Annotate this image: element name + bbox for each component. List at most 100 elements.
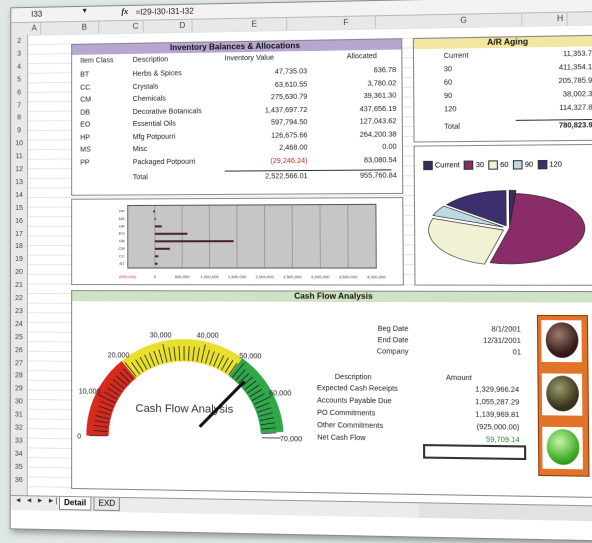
gauge-band: [97, 369, 128, 436]
row-header[interactable]: 34: [11, 450, 27, 457]
legend-label: 120: [549, 161, 562, 169]
row-header[interactable]: 11: [11, 153, 27, 160]
x-tick-label: 3,000,000: [311, 274, 330, 279]
allocated-value: 264,200.38: [359, 130, 397, 139]
row-header[interactable]: 10: [11, 140, 27, 147]
gauge-tick-label: 0: [77, 433, 81, 440]
cash-item-value[interactable]: 59,709.14: [425, 436, 520, 445]
row-header[interactable]: 18: [11, 243, 27, 250]
bar[interactable]: [154, 240, 234, 243]
bar[interactable]: [154, 262, 158, 265]
bar[interactable]: [153, 210, 155, 213]
row-header[interactable]: 2: [11, 38, 27, 45]
ar-pie-chart[interactable]: Current 30 60 90 120: [413, 143, 592, 286]
beg-date-label: Beg Date: [377, 325, 409, 334]
row-header[interactable]: 31: [11, 411, 27, 419]
horizontal-scrollbar[interactable]: [419, 502, 592, 522]
item-description: Misc: [132, 146, 148, 154]
ar-bucket-label: 90: [443, 92, 453, 101]
row-header[interactable]: 7: [11, 102, 27, 109]
row-header[interactable]: 20: [11, 269, 27, 276]
row-header[interactable]: 22: [11, 295, 27, 302]
allocated-value: 3,780.02: [367, 79, 397, 88]
bar[interactable]: [154, 217, 156, 220]
column-header[interactable]: C: [128, 20, 144, 33]
cash-item-value[interactable]: 1,139,969.81: [425, 411, 519, 419]
row-header[interactable]: 32: [11, 424, 27, 432]
item-description: Crystals: [132, 83, 159, 91]
bar[interactable]: [154, 232, 188, 235]
row-header[interactable]: 25: [11, 334, 27, 341]
tab-exd[interactable]: EXD: [93, 497, 121, 512]
row-header[interactable]: 19: [11, 256, 27, 263]
cash-flow-gauge: 0 10,000 20,000 30,000 40,000 50,000 60,000 70,…: [77, 309, 304, 464]
row-header[interactable]: 36: [11, 476, 27, 483]
row-header[interactable]: 15: [11, 205, 27, 212]
x-tick-label: 1,000,000: [200, 274, 219, 279]
header-inventory-value: Inventory Value: [224, 54, 275, 63]
end-date-value[interactable]: 12/31/2001: [430, 337, 521, 345]
row-header[interactable]: 21: [11, 282, 27, 289]
row-header[interactable]: 6: [11, 89, 27, 96]
inventory-total-value: 2,522,566.01: [265, 173, 308, 181]
row-header[interactable]: 4: [11, 63, 27, 70]
function-icon[interactable]: fx: [121, 7, 128, 16]
cash-item-label: PO Commitments: [317, 409, 376, 418]
cash-item-label: Net Cash Flow: [317, 434, 366, 443]
end-date-label: End Date: [377, 337, 409, 345]
row-header[interactable]: 26: [11, 347, 27, 354]
cash-item-value[interactable]: 1,055,287.29: [425, 398, 519, 407]
row-header[interactable]: 16: [11, 218, 27, 225]
cell-reference[interactable]: I33: [31, 10, 42, 19]
formula-text[interactable]: =I29-I30-I31-I32: [136, 7, 194, 17]
row-header[interactable]: 9: [11, 128, 27, 135]
row-header[interactable]: 28: [11, 373, 27, 380]
row-header[interactable]: 3: [11, 51, 27, 58]
row-header[interactable]: 23: [11, 308, 27, 315]
inventory-total-label: Total: [132, 174, 148, 182]
row-header[interactable]: 8: [11, 115, 27, 122]
net-cash-flow-box[interactable]: [422, 444, 527, 461]
inventory-value: 63,610.55: [274, 80, 308, 89]
tab-detail[interactable]: Detail: [59, 496, 92, 511]
ar-bucket-value: 114,327.84: [559, 104, 592, 113]
cash-item-value[interactable]: 1,329,966.24: [425, 386, 519, 394]
ar-title: A/R Aging: [413, 35, 592, 50]
tab-nav-buttons[interactable]: ◄ ◄ ► ►|: [15, 497, 59, 505]
beg-date-value[interactable]: 8/1/2001: [430, 326, 520, 333]
column-header[interactable]: A: [28, 22, 42, 35]
ar-total-value: 780,823.97: [558, 122, 592, 130]
row-header[interactable]: 29: [11, 386, 27, 393]
y-tick-label: HP: [119, 223, 125, 228]
header-description: Description: [132, 56, 169, 64]
legend-swatch: [512, 160, 523, 170]
row-header[interactable]: 5: [11, 76, 27, 83]
row-header[interactable]: 14: [11, 192, 27, 199]
row-header[interactable]: 12: [11, 166, 27, 173]
column-header[interactable]: H: [553, 12, 568, 26]
column-header[interactable]: D: [173, 19, 193, 33]
bar[interactable]: [154, 255, 159, 258]
row-header[interactable]: 13: [11, 179, 27, 186]
dropdown-icon[interactable]: ▼: [81, 8, 88, 15]
gauge-tick-label: 60,000: [269, 390, 291, 397]
row-header[interactable]: 24: [11, 321, 27, 328]
column-header[interactable]: F: [317, 16, 376, 30]
column-header[interactable]: B: [70, 21, 100, 35]
cash-item-value[interactable]: (925,000.00): [425, 423, 520, 432]
gauge-tick-label: 30,000: [150, 332, 172, 339]
inventory-bar-chart[interactable]: (500,000) 0 500,000 1,000,000 1,500,000 2,000…: [71, 197, 404, 286]
gauge-tick-label: 10,000: [79, 388, 101, 395]
row-header[interactable]: 17: [11, 230, 27, 237]
bar[interactable]: [154, 225, 162, 228]
inventory-value: 126,675.66: [271, 131, 308, 140]
x-tick-label: 4,000,000: [367, 274, 387, 279]
company-value[interactable]: 01: [430, 349, 521, 356]
row-header[interactable]: 27: [11, 360, 27, 367]
row-header[interactable]: 33: [11, 437, 27, 444]
x-tick-label: (500,000): [119, 274, 137, 279]
row-header[interactable]: 35: [11, 463, 27, 470]
row-header[interactable]: 30: [11, 399, 27, 406]
header-item-class: Item Class: [80, 57, 114, 65]
bar[interactable]: [154, 247, 170, 250]
